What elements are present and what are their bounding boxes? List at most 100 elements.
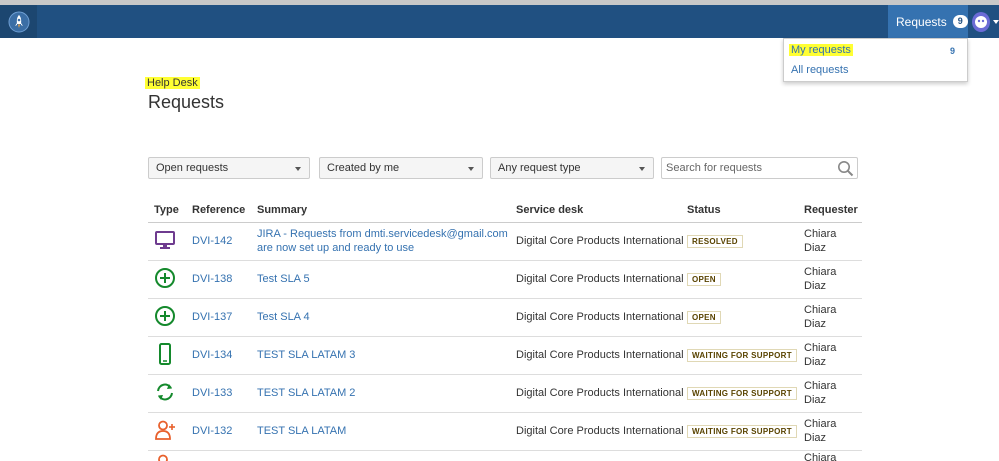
summary-link[interactable]: Test SLA 5 xyxy=(257,272,516,286)
status-cell: WAITING FOR SUPPORT xyxy=(687,374,804,413)
request-type-filter-select[interactable]: Any request type xyxy=(490,157,654,179)
status-cell: RESOLVED xyxy=(687,222,804,261)
service-desk-cell: Digital Core Products International xyxy=(516,298,687,337)
page-title: Requests xyxy=(148,92,225,112)
mobile-icon xyxy=(159,342,171,365)
requester-first-name: Chiara xyxy=(804,304,837,316)
reference-link[interactable]: DVI-133 xyxy=(192,387,232,399)
column-header-requester[interactable]: Requester xyxy=(804,198,862,223)
creator-filter-select[interactable]: Created by me xyxy=(319,157,483,179)
type-cell xyxy=(148,298,192,337)
summary-cell: TEST SLA LATAM xyxy=(257,412,516,451)
nav-requests-button[interactable]: Requests 9 xyxy=(888,5,968,38)
status-filter-value: Open requests xyxy=(156,162,229,174)
table-row[interactable]: Chiara xyxy=(148,450,862,461)
requester-first-name: Chiara xyxy=(804,266,837,278)
requester-last-name: Diaz xyxy=(804,280,827,292)
requester-last-name: Diaz xyxy=(804,432,827,444)
type-cell xyxy=(148,450,192,461)
rocket-icon xyxy=(8,11,29,32)
status-badge: WAITING FOR SUPPORT xyxy=(687,424,797,438)
reference-cell: DVI-138 xyxy=(192,260,257,299)
monitor-icon xyxy=(155,230,175,249)
table-row[interactable]: DVI-138 Test SLA 5 Digital Core Products… xyxy=(148,260,862,299)
requester-cell: Chiara Diaz xyxy=(804,222,862,261)
request-type-filter-value: Any request type xyxy=(498,162,581,174)
plus-circle-icon xyxy=(155,305,175,326)
summary-line: are now set up and ready to use xyxy=(257,242,415,254)
plus-circle-icon xyxy=(155,267,175,288)
type-cell xyxy=(148,412,192,451)
status-badge: OPEN xyxy=(687,272,721,286)
my-requests-count: 9 xyxy=(949,46,955,56)
reference-cell: DVI-133 xyxy=(192,374,257,413)
service-desk-cell: Digital Core Products International xyxy=(516,336,687,375)
table-row[interactable]: DVI-142 JIRA - Requests from dmti.servic… xyxy=(148,222,862,261)
requester-cell: Chiara Diaz xyxy=(804,260,862,299)
type-cell xyxy=(148,222,192,261)
reference-link[interactable]: DVI-134 xyxy=(192,349,232,361)
column-header-reference[interactable]: Reference xyxy=(192,198,257,223)
chevron-down-icon xyxy=(639,167,645,171)
table-row[interactable]: DVI-134 TEST SLA LATAM 3 Digital Core Pr… xyxy=(148,336,862,375)
reference-link[interactable]: DVI-137 xyxy=(192,311,232,323)
summary-link[interactable]: TEST SLA LATAM xyxy=(257,424,516,438)
summary-cell: JIRA - Requests from dmti.servicedesk@gm… xyxy=(257,222,516,261)
reference-link[interactable]: DVI-142 xyxy=(192,235,232,247)
summary-cell: Test SLA 4 xyxy=(257,298,516,337)
requester-cell: Chiara Diaz xyxy=(804,412,862,451)
search-input[interactable] xyxy=(666,158,836,178)
requester-cell: Chiara Diaz xyxy=(804,298,862,337)
summary-link[interactable]: TEST SLA LATAM 3 xyxy=(257,348,516,362)
table-header-row: Type Reference Summary Service desk Stat… xyxy=(148,198,862,223)
nav-requests-label: Requests xyxy=(896,14,947,29)
requester-first-name: Chiara xyxy=(804,418,837,430)
summary-cell: TEST SLA LATAM 2 xyxy=(257,374,516,413)
requester-cell: Chiara Diaz xyxy=(804,336,862,375)
requester-last-name: Diaz xyxy=(804,356,827,368)
reference-cell: DVI-132 xyxy=(192,412,257,451)
user-menu[interactable] xyxy=(970,5,999,38)
avatar-icon xyxy=(975,15,987,28)
reference-link[interactable]: DVI-132 xyxy=(192,425,232,437)
refresh-icon xyxy=(157,383,173,400)
service-desk-cell: Digital Core Products International xyxy=(516,260,687,299)
requester-first-name: Chiara xyxy=(804,451,837,461)
type-cell xyxy=(148,374,192,413)
column-header-status[interactable]: Status xyxy=(687,198,804,223)
status-badge: WAITING FOR SUPPORT xyxy=(687,386,797,400)
user-avatar xyxy=(972,11,990,32)
requester-cell: Chiara xyxy=(804,450,862,461)
requester-cell: Chiara Diaz xyxy=(804,374,862,413)
table-row[interactable]: DVI-133 TEST SLA LATAM 2 Digital Core Pr… xyxy=(148,374,862,413)
column-header-summary[interactable]: Summary xyxy=(257,198,516,223)
search-icon[interactable] xyxy=(837,160,854,177)
requester-first-name: Chiara xyxy=(804,380,837,392)
requests-table: Type Reference Summary Service desk Stat… xyxy=(148,198,862,461)
menu-item-all-requests[interactable]: All requests xyxy=(791,64,848,76)
table-row[interactable]: DVI-137 Test SLA 4 Digital Core Products… xyxy=(148,298,862,337)
summary-link[interactable]: Test SLA 4 xyxy=(257,310,516,324)
summary-link[interactable]: TEST SLA LATAM 2 xyxy=(257,386,516,400)
chevron-down-icon xyxy=(295,167,301,171)
table-row[interactable]: DVI-132 TEST SLA LATAM Digital Core Prod… xyxy=(148,412,862,451)
nav-requests-count-badge: 9 xyxy=(952,15,968,28)
status-filter-select[interactable]: Open requests xyxy=(148,157,310,179)
requests-dropdown-menu: My requests 9 All requests xyxy=(783,38,968,82)
menu-item-my-requests[interactable]: My requests xyxy=(789,44,853,56)
top-navigation-bar: Requests 9 xyxy=(0,5,999,38)
requester-last-name: Diaz xyxy=(804,318,827,330)
status-cell: OPEN xyxy=(687,260,804,299)
help-center-logo[interactable] xyxy=(0,5,37,38)
reference-cell: DVI-134 xyxy=(192,336,257,375)
status-cell: WAITING FOR SUPPORT xyxy=(687,412,804,451)
service-desk-cell: Digital Core Products International xyxy=(516,222,687,261)
breadcrumb[interactable]: Help Desk xyxy=(145,77,200,89)
chevron-down-icon xyxy=(993,19,999,24)
column-header-service-desk[interactable]: Service desk xyxy=(516,198,687,223)
reference-cell: DVI-137 xyxy=(192,298,257,337)
status-badge: RESOLVED xyxy=(687,234,743,248)
reference-link[interactable]: DVI-138 xyxy=(192,273,232,285)
summary-link[interactable]: JIRA - Requests from dmti.servicedesk@gm… xyxy=(257,227,516,255)
status-cell: OPEN xyxy=(687,298,804,337)
